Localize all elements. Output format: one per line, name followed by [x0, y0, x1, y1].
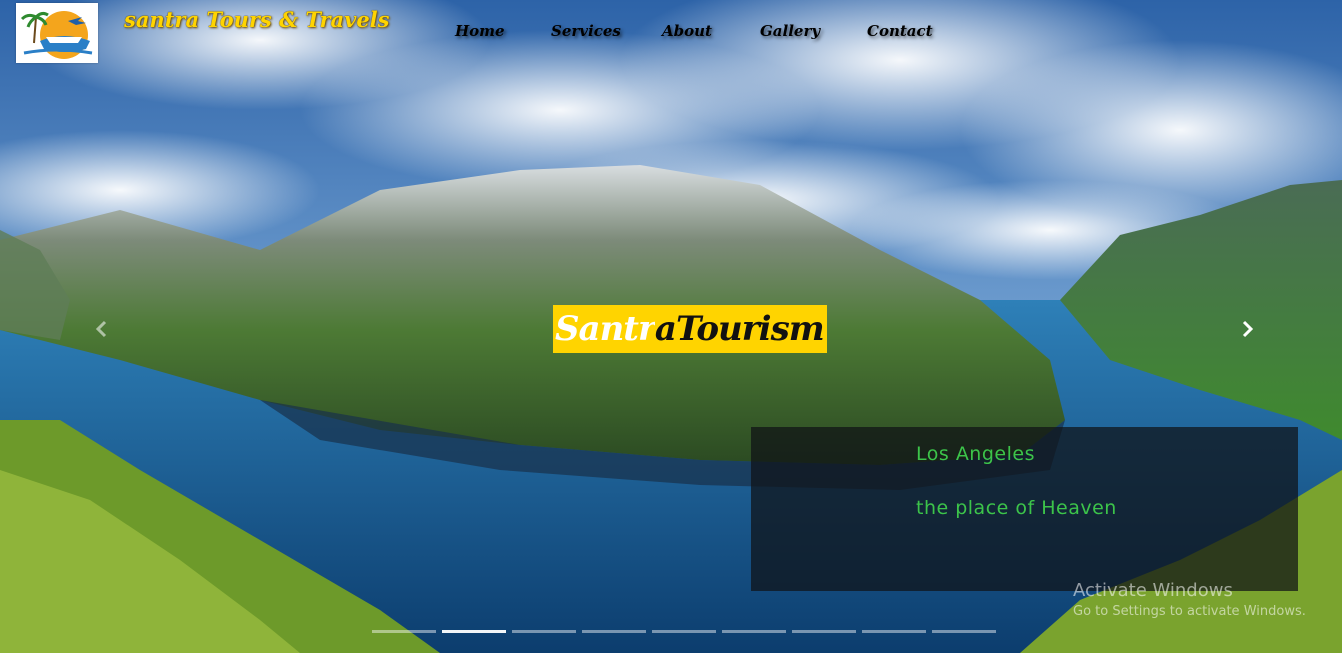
chevron-right-icon — [1242, 320, 1254, 338]
carousel-indicator[interactable] — [862, 630, 926, 633]
headline-part-one: Santr — [553, 305, 656, 353]
carousel-indicator[interactable] — [652, 630, 716, 633]
carousel-indicator[interactable] — [372, 630, 436, 633]
carousel-prev-button[interactable] — [91, 318, 113, 340]
carousel-indicator[interactable] — [792, 630, 856, 633]
travel-logo-icon — [20, 11, 93, 59]
carousel-indicator[interactable] — [582, 630, 646, 633]
carousel-indicator[interactable] — [512, 630, 576, 633]
carousel-indicator[interactable] — [722, 630, 786, 633]
hero-headline: Santr aTourism — [553, 305, 827, 353]
brand-logo[interactable] — [16, 3, 98, 63]
slide-caption: Los Angeles the place of Heaven — [751, 427, 1298, 591]
carousel-next-button[interactable] — [1236, 318, 1258, 340]
nav-item-gallery[interactable]: Gallery — [760, 22, 820, 40]
watermark-subtitle: Go to Settings to activate Windows. — [1073, 604, 1306, 619]
headline-part-two: aTourism — [654, 305, 827, 353]
nav-item-services[interactable]: Services — [551, 22, 621, 40]
caption-subtitle: the place of Heaven — [916, 497, 1117, 519]
nav-item-home[interactable]: Home — [455, 22, 505, 40]
carousel-indicator[interactable] — [442, 630, 506, 633]
brand-name[interactable]: santra Tours & Travels — [124, 7, 389, 32]
watermark-title: Activate Windows — [1073, 580, 1233, 601]
caption-title: Los Angeles — [916, 443, 1035, 465]
chevron-left-icon — [95, 320, 107, 338]
windows-activation-watermark: Activate Windows Go to Settings to activ… — [1073, 580, 1306, 619]
carousel-indicator[interactable] — [932, 630, 996, 633]
nav-item-contact[interactable]: Contact — [867, 22, 933, 40]
nav-item-about[interactable]: About — [662, 22, 712, 40]
